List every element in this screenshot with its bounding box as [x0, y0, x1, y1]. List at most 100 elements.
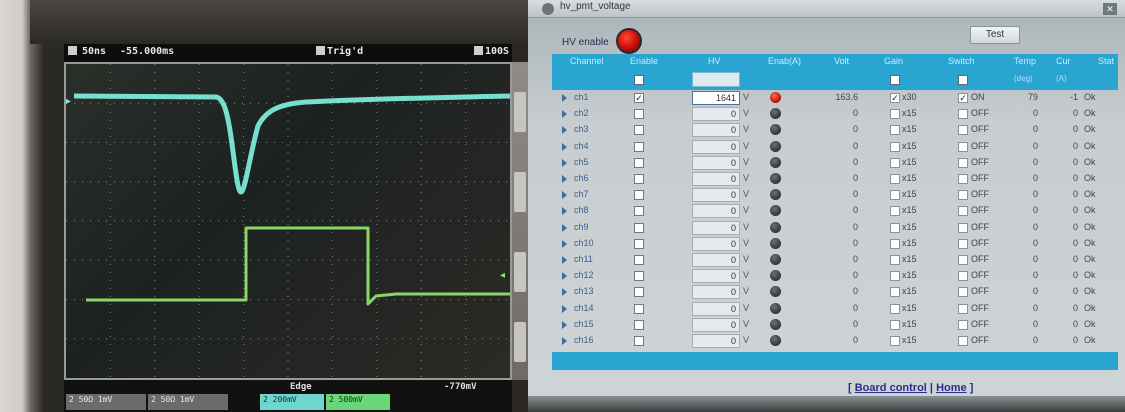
channel-enable-checkbox[interactable] — [634, 336, 644, 346]
switch-checkbox[interactable] — [958, 303, 968, 314]
gain-checkbox[interactable] — [890, 125, 900, 136]
expand-arrow-icon[interactable] — [562, 110, 567, 119]
scope-side-button[interactable] — [514, 322, 526, 362]
hv-setpoint-input[interactable]: 0 — [692, 220, 740, 235]
gain-checkbox[interactable] — [890, 174, 900, 184]
expand-arrow-icon[interactable] — [562, 239, 567, 248]
hv-setpoint-input[interactable]: 0 — [692, 139, 740, 154]
switch-checkbox[interactable] — [958, 222, 968, 233]
channel-enable-checkbox[interactable] — [634, 303, 644, 314]
enable-all-checkbox[interactable] — [634, 75, 644, 85]
switch-checkbox[interactable] — [958, 190, 968, 201]
switch-checkbox[interactable] — [958, 109, 968, 120]
expand-arrow-icon[interactable] — [562, 320, 567, 329]
hv-setpoint-input[interactable]: 0 — [692, 107, 740, 122]
expand-arrow-icon[interactable] — [562, 175, 567, 183]
switch-all-checkbox[interactable] — [958, 75, 968, 85]
switch-checkbox[interactable] — [958, 125, 968, 136]
expand-arrow-icon[interactable] — [562, 223, 567, 232]
channel-enable-checkbox[interactable] — [634, 125, 644, 136]
home-link[interactable]: Home — [936, 382, 967, 394]
gain-all-checkbox[interactable] — [890, 75, 900, 85]
channel-enable-checkbox[interactable] — [634, 238, 644, 249]
expand-arrow-icon[interactable] — [562, 126, 567, 135]
channel-enable-checkbox[interactable] — [634, 222, 644, 233]
expand-arrow-icon[interactable] — [562, 142, 567, 151]
expand-arrow-icon[interactable] — [562, 272, 567, 281]
voltage-readout: 0 — [852, 270, 858, 281]
hv-setpoint-input[interactable]: 0 — [692, 301, 740, 316]
expand-arrow-icon[interactable] — [562, 191, 567, 200]
channel-enable-checkbox[interactable] — [634, 157, 644, 168]
gain-checkbox[interactable] — [890, 303, 900, 314]
scope-side-button[interactable] — [514, 172, 526, 212]
hv-setpoint-input[interactable]: 0 — [692, 155, 740, 170]
gain-checkbox[interactable] — [890, 190, 900, 201]
gain-checkbox[interactable] — [890, 238, 900, 249]
channel-enable-checkbox[interactable] — [634, 319, 644, 330]
gain-checkbox[interactable] — [890, 319, 900, 330]
gain-checkbox[interactable] — [890, 271, 900, 282]
channel-enable-checkbox[interactable] — [634, 174, 644, 184]
switch-checkbox[interactable] — [958, 157, 968, 168]
table-row: ch14 0 V 0 x15 OFF 0 0 Ok — [552, 301, 1118, 317]
expand-arrow-icon[interactable] — [562, 207, 567, 216]
channel-name: ch4 — [574, 140, 589, 151]
switch-checkbox[interactable] — [958, 336, 968, 346]
channel-enable-checkbox[interactable] — [634, 190, 644, 201]
gain-checkbox[interactable] — [890, 141, 900, 152]
switch-checkbox[interactable] — [958, 255, 968, 265]
expand-arrow-icon[interactable] — [562, 94, 567, 102]
switch-checkbox[interactable] — [958, 319, 968, 330]
hv-all-field[interactable] — [692, 72, 740, 87]
hv-setpoint-input[interactable]: 0 — [692, 334, 740, 348]
expand-arrow-icon[interactable] — [562, 304, 567, 313]
gain-checkbox[interactable]: ✓ — [890, 93, 900, 103]
hv-setpoint-input[interactable]: 0 — [692, 188, 740, 203]
channel-enable-checkbox[interactable]: ✓ — [634, 93, 644, 103]
channel-enable-checkbox[interactable] — [634, 255, 644, 265]
scope-side-button[interactable] — [514, 92, 526, 132]
channel-enable-checkbox[interactable] — [634, 141, 644, 152]
hv-setpoint-input[interactable]: 0 — [692, 269, 740, 284]
hv-setpoint-input[interactable]: 0 — [692, 123, 740, 138]
hv-setpoint-input[interactable]: 0 — [692, 172, 740, 186]
monitor-bezel — [528, 396, 1125, 412]
gain-checkbox[interactable] — [890, 255, 900, 265]
expand-arrow-icon[interactable] — [562, 288, 567, 297]
scope-side-button[interactable] — [514, 252, 526, 292]
channel-enable-checkbox[interactable] — [634, 287, 644, 298]
gain-checkbox[interactable] — [890, 287, 900, 298]
close-icon[interactable]: ✕ — [1103, 3, 1117, 15]
switch-checkbox[interactable] — [958, 271, 968, 282]
board-control-link[interactable]: Board control — [855, 382, 927, 394]
gain-checkbox[interactable] — [890, 336, 900, 346]
hv-setpoint-input[interactable]: 0 — [692, 285, 740, 300]
hv-setpoint-input[interactable]: 0 — [692, 204, 740, 219]
hv-setpoint-input[interactable]: 0 — [692, 236, 740, 251]
current-readout: 0 — [1072, 237, 1078, 248]
hv-setpoint-input[interactable]: 0 — [692, 317, 740, 332]
channel-enable-checkbox[interactable] — [634, 206, 644, 217]
switch-checkbox[interactable] — [958, 287, 968, 298]
channel-enable-checkbox[interactable] — [634, 109, 644, 120]
expand-arrow-icon[interactable] — [562, 337, 567, 345]
gain-checkbox[interactable] — [890, 109, 900, 120]
expand-arrow-icon[interactable] — [562, 158, 567, 167]
switch-checkbox[interactable] — [958, 238, 968, 249]
switch-checkbox[interactable] — [958, 206, 968, 217]
gain-checkbox[interactable] — [890, 222, 900, 233]
expand-arrow-icon[interactable] — [562, 256, 567, 264]
switch-checkbox[interactable]: ✓ — [958, 93, 968, 103]
gain-checkbox[interactable] — [890, 206, 900, 217]
hv-setpoint-input[interactable]: 1641 — [692, 91, 740, 105]
current-readout: 0 — [1072, 221, 1078, 232]
gain-checkbox[interactable] — [890, 157, 900, 168]
hv-setpoint-input[interactable]: 0 — [692, 253, 740, 267]
test-button[interactable]: Test — [970, 26, 1020, 44]
current-readout: 0 — [1072, 254, 1078, 264]
switch-checkbox[interactable] — [958, 141, 968, 152]
channel-enable-checkbox[interactable] — [634, 271, 644, 282]
switch-checkbox[interactable] — [958, 174, 968, 184]
temp-readout: 0 — [1032, 270, 1038, 281]
